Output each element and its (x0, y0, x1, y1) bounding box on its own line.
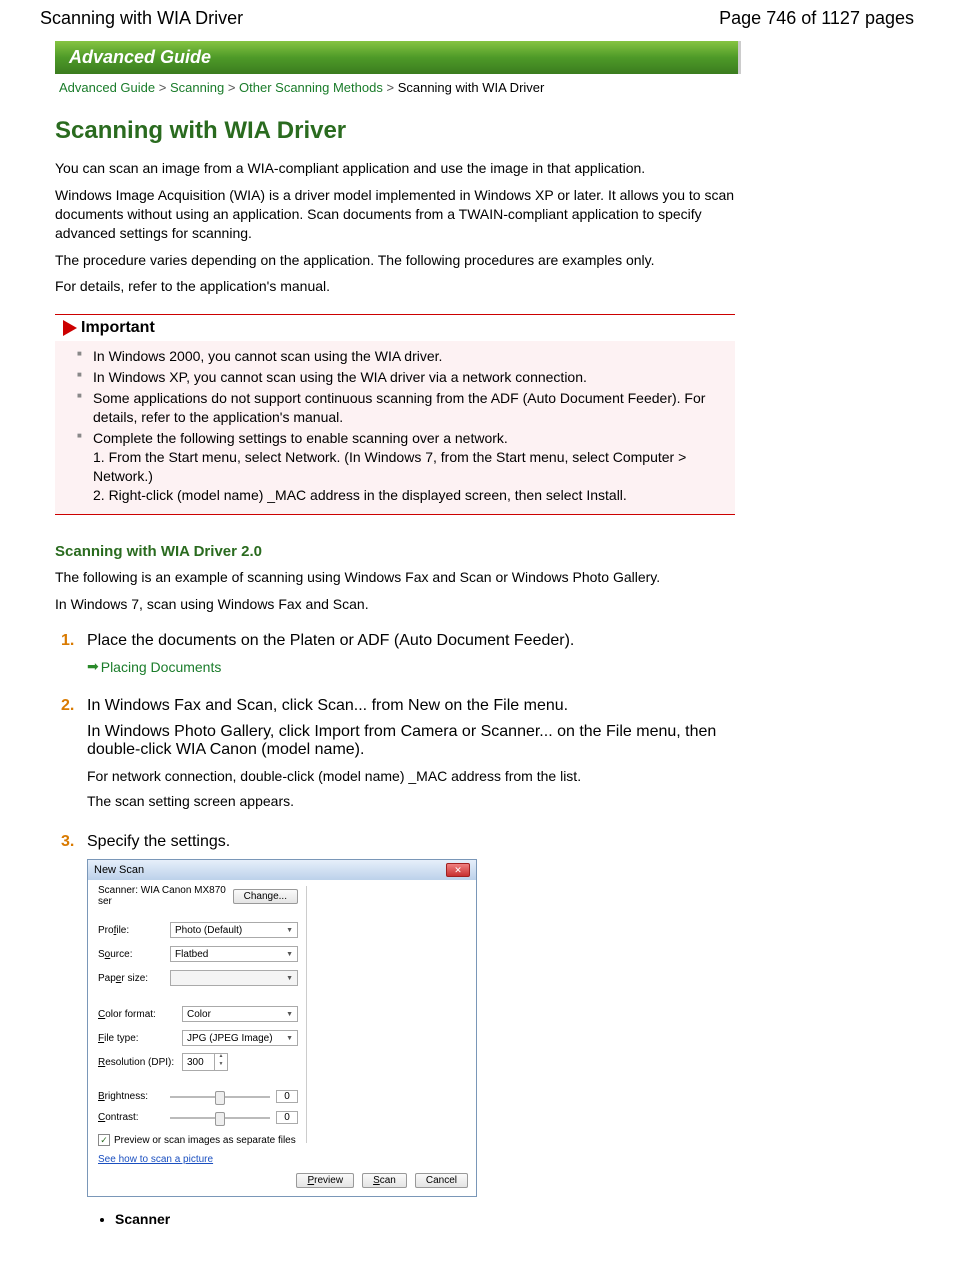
header-title: Scanning with WIA Driver (40, 8, 243, 29)
intro-p2: Windows Image Acquisition (WIA) is a dri… (55, 186, 735, 243)
step-2-p3: The scan setting screen appears. (87, 792, 735, 811)
step-2-head: In Windows Fax and Scan, click Scan... f… (87, 697, 735, 715)
chevron-down-icon: ▼ (286, 975, 293, 982)
flag-icon (63, 320, 77, 336)
chevron-down-icon: ▼ (286, 951, 293, 958)
banner-advanced-guide: Advanced Guide (55, 41, 741, 74)
color-value: Color (187, 1009, 211, 1020)
close-icon[interactable]: ✕ (446, 863, 470, 877)
preview-button[interactable]: Preview (296, 1173, 354, 1188)
separate-files-checkbox[interactable]: ✓ (98, 1134, 110, 1146)
resolution-stepper[interactable]: 300 ▲▼ (182, 1053, 228, 1071)
important-item: Complete the following settings to enabl… (77, 429, 735, 505)
preview-area (306, 886, 470, 1143)
contrast-value: 0 (276, 1111, 298, 1124)
res-label: Resolution (DPI): (98, 1057, 182, 1068)
chevron-down-icon: ▼ (286, 927, 293, 934)
step-2: In Windows Fax and Scan, click Scan... f… (55, 697, 735, 811)
subheading-wia20: Scanning with WIA Driver 2.0 (55, 543, 735, 560)
step-2-p1: In Windows Photo Gallery, click Import f… (87, 723, 735, 759)
placing-documents-link[interactable]: Placing Documents (101, 659, 222, 675)
cancel-button[interactable]: Cancel (415, 1173, 468, 1188)
step-2-p2: For network connection, double-click (mo… (87, 767, 735, 786)
step-1: Place the documents on the Platen or ADF… (55, 632, 735, 675)
change-button[interactable]: Change... (233, 889, 298, 904)
contrast-slider[interactable] (170, 1117, 270, 1119)
important-label: Important (81, 319, 155, 337)
breadcrumb-sep: > (386, 80, 397, 95)
color-select[interactable]: Color ▼ (182, 1006, 298, 1022)
profile-value: Photo (Default) (175, 925, 242, 936)
step-1-head: Place the documents on the Platen or ADF… (87, 632, 735, 650)
checkbox-label: Preview or scan images as separate files (114, 1135, 296, 1146)
arrow-right-icon: ➡ (87, 658, 99, 675)
dialog-title: New Scan (94, 864, 144, 876)
profile-select[interactable]: Photo (Default) ▼ (170, 922, 298, 938)
sub-p1: The following is an example of scanning … (55, 568, 735, 587)
scan-button[interactable]: Scan (362, 1173, 407, 1188)
source-label: Source: (98, 949, 170, 960)
new-scan-dialog: New Scan ✕ Scanner: WIA Canon MX870 ser … (87, 859, 477, 1197)
paper-select[interactable]: ▼ (170, 970, 298, 986)
res-value: 300 (183, 1057, 214, 1068)
chevron-down-icon[interactable]: ▼ (215, 1062, 227, 1070)
breadcrumb-link-1[interactable]: Scanning (170, 80, 224, 95)
file-value: JPG (JPEG Image) (187, 1033, 273, 1044)
brightness-value: 0 (276, 1090, 298, 1103)
contrast-label: Contrast: (98, 1112, 170, 1123)
breadcrumb-sep: > (228, 80, 239, 95)
color-label: Color format: (98, 1009, 182, 1020)
intro-p4: For details, refer to the application's … (55, 277, 735, 296)
important-item: Some applications do not support continu… (77, 389, 735, 427)
page-header: Scanning with WIA Driver Page 746 of 112… (0, 0, 954, 33)
source-value: Flatbed (175, 949, 208, 960)
chevron-down-icon: ▼ (286, 1035, 293, 1042)
help-link[interactable]: See how to scan a picture (98, 1154, 213, 1165)
breadcrumb-sep: > (159, 80, 170, 95)
intro-p3: The procedure varies depending on the ap… (55, 251, 735, 270)
breadcrumb-current: Scanning with WIA Driver (398, 80, 545, 95)
brightness-slider[interactable] (170, 1096, 270, 1098)
page-counter: Page 746 of 1127 pages (719, 8, 914, 29)
sub-p2: In Windows 7, scan using Windows Fax and… (55, 595, 735, 614)
important-box: Important In Windows 2000, you cannot sc… (55, 314, 735, 515)
breadcrumb-link-0[interactable]: Advanced Guide (59, 80, 155, 95)
important-item: In Windows 2000, you cannot scan using t… (77, 347, 735, 366)
source-select[interactable]: Flatbed ▼ (170, 946, 298, 962)
important-item: In Windows XP, you cannot scan using the… (77, 368, 735, 387)
scanner-label: Scanner: WIA Canon MX870 ser (98, 885, 233, 907)
step-3: Specify the settings. New Scan ✕ Scanner… (55, 833, 735, 1227)
step-3-head: Specify the settings. (87, 833, 735, 851)
term-scanner: Scanner (115, 1211, 735, 1227)
chevron-down-icon: ▼ (286, 1011, 293, 1018)
file-label: File type: (98, 1033, 182, 1044)
paper-label: Paper size: (98, 973, 170, 984)
brightness-label: Brightness: (98, 1091, 170, 1102)
profile-label: Profile: (98, 925, 170, 936)
breadcrumb-link-2[interactable]: Other Scanning Methods (239, 80, 383, 95)
file-select[interactable]: JPG (JPEG Image) ▼ (182, 1030, 298, 1046)
page-title: Scanning with WIA Driver (55, 117, 914, 145)
intro-p1: You can scan an image from a WIA-complia… (55, 159, 735, 178)
breadcrumb: Advanced Guide > Scanning > Other Scanni… (55, 78, 914, 99)
